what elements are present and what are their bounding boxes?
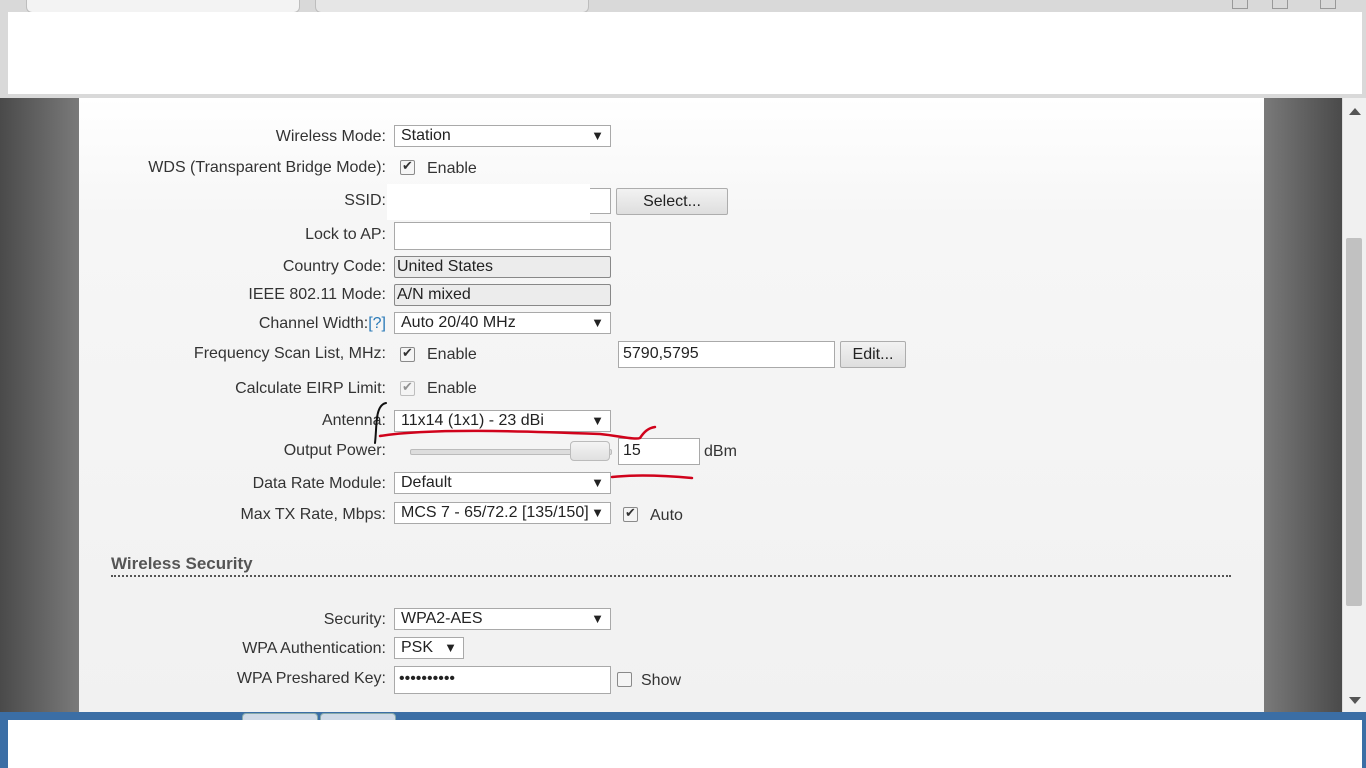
security-select[interactable]: WPA2-AES ▼ — [394, 608, 611, 630]
chevron-down-icon: ▼ — [591, 315, 604, 330]
output-power-slider-handle[interactable] — [570, 441, 610, 461]
show-key-label: Show — [641, 672, 682, 689]
close-icon[interactable] — [1320, 0, 1336, 9]
wpa-key-label: WPA Preshared Key: — [236, 670, 386, 687]
country-code-field[interactable]: United States — [394, 256, 611, 278]
output-power-unit: dBm — [704, 443, 737, 460]
lock-to-ap-input[interactable] — [394, 222, 611, 250]
channel-width-value: Auto 20/40 MHz — [401, 314, 516, 331]
chevron-down-icon: ▼ — [444, 640, 457, 655]
row-ssid: SSID: Select... — [79, 184, 1264, 220]
row-eirp: Calculate EIRP Limit: Enable — [79, 376, 1264, 404]
row-frequency-scan: Frequency Scan List, MHz: Enable 5790,57… — [79, 341, 1264, 369]
edit-frequency-button[interactable]: Edit... — [840, 341, 906, 368]
ssid-label: SSID: — [344, 192, 386, 209]
chevron-down-icon: ▼ — [591, 611, 604, 626]
row-wpa-key: WPA Preshared Key: •••••••••• Show — [79, 666, 1264, 694]
wpa-key-value: •••••••••• — [399, 670, 456, 687]
eirp-enable-label: Enable — [427, 380, 477, 397]
wpa-auth-value: PSK — [401, 639, 434, 656]
channel-width-label-text: Channel Width: — [258, 315, 369, 332]
show-key-checkbox[interactable] — [617, 672, 632, 687]
security-label: Security: — [323, 611, 386, 628]
wds-checkbox[interactable] — [400, 158, 415, 175]
minimize-icon[interactable] — [1232, 0, 1248, 9]
eirp-checkbox[interactable] — [400, 379, 415, 396]
redacted-taskbar — [8, 720, 1362, 768]
wds-label: WDS (Transparent Bridge Mode): — [148, 159, 386, 176]
ieee-mode-field[interactable]: A/N mixed — [394, 284, 611, 306]
output-power-input[interactable]: 15 — [618, 438, 700, 465]
scroll-up-icon[interactable] — [1349, 108, 1361, 115]
wireless-mode-select[interactable]: Station ▼ — [394, 125, 611, 147]
row-wpa-auth: WPA Authentication: PSK ▼ — [79, 636, 1264, 664]
antenna-value: 11x14 (1x1) - 23 dBi — [401, 412, 544, 429]
max-tx-auto-checkbox[interactable] — [623, 505, 638, 522]
scroll-thumb[interactable] — [1346, 238, 1362, 606]
row-max-tx-rate: Max TX Rate, Mbps: MCS 7 - 65/72.2 [135/… — [79, 502, 1264, 530]
max-tx-rate-label: Max TX Rate, Mbps: — [240, 506, 386, 523]
frequency-scan-checkbox[interactable] — [400, 345, 415, 362]
section-divider — [111, 575, 1231, 577]
wpa-auth-select[interactable]: PSK ▼ — [394, 637, 464, 659]
data-rate-module-label: Data Rate Module: — [252, 475, 386, 492]
antenna-select[interactable]: 11x14 (1x1) - 23 dBi ▼ — [394, 410, 611, 432]
row-ieee-mode: IEEE 802.11 Mode: A/N mixed — [79, 282, 1264, 310]
vertical-scrollbar[interactable] — [1342, 98, 1366, 712]
row-security: Security: WPA2-AES ▼ — [79, 607, 1264, 635]
row-wds: WDS (Transparent Bridge Mode): Enable — [79, 155, 1264, 183]
frequency-scan-value: 5790,5795 — [623, 345, 699, 362]
channel-width-select[interactable]: Auto 20/40 MHz ▼ — [394, 312, 611, 334]
frequency-scan-input[interactable]: 5790,5795 — [618, 341, 835, 368]
ieee-mode-label: IEEE 802.11 Mode: — [248, 286, 386, 303]
wds-enable-label: Enable — [427, 160, 477, 177]
max-tx-rate-select[interactable]: MCS 7 - 65/72.2 [135/150] ▼ — [394, 502, 611, 524]
chevron-down-icon: ▼ — [591, 128, 604, 143]
wpa-key-input[interactable]: •••••••••• — [394, 666, 611, 694]
maximize-icon[interactable] — [1272, 0, 1288, 9]
data-rate-module-value: Default — [401, 474, 452, 491]
chevron-down-icon: ▼ — [591, 475, 604, 490]
settings-panel: Wireless Mode: Station ▼ WDS (Transparen… — [79, 98, 1264, 712]
country-code-label: Country Code: — [282, 258, 386, 275]
chevron-down-icon: ▼ — [591, 413, 604, 428]
max-tx-rate-value: MCS 7 - 65/72.2 [135/150] — [401, 504, 589, 521]
wireless-security-heading: Wireless Security — [111, 554, 253, 573]
frequency-scan-label: Frequency Scan List, MHz: — [193, 345, 386, 362]
redacted-address-bar — [8, 12, 1362, 94]
row-channel-width: Channel Width:[?] Auto 20/40 MHz ▼ — [79, 311, 1264, 339]
lock-to-ap-label: Lock to AP: — [305, 226, 386, 243]
row-output-power: Output Power: 15 dBm — [79, 438, 1264, 466]
select-ssid-button[interactable]: Select... — [616, 188, 728, 215]
eirp-label: Calculate EIRP Limit: — [235, 380, 386, 397]
channel-width-help-link[interactable]: [?] — [368, 315, 386, 332]
row-country-code: Country Code: United States — [79, 254, 1264, 282]
row-data-rate-module: Data Rate Module: Default ▼ — [79, 471, 1264, 499]
scroll-down-icon[interactable] — [1349, 697, 1361, 704]
wpa-auth-label: WPA Authentication: — [242, 640, 386, 657]
channel-width-label: Channel Width:[?] — [259, 315, 386, 333]
security-value: WPA2-AES — [401, 610, 483, 627]
frequency-scan-enable-label: Enable — [427, 346, 477, 363]
redacted-ssid — [387, 184, 590, 220]
row-lock-to-ap: Lock to AP: — [79, 222, 1264, 250]
max-tx-auto-label: Auto — [650, 507, 683, 524]
data-rate-module-select[interactable]: Default ▼ — [394, 472, 611, 494]
output-power-label: Output Power: — [283, 442, 386, 459]
page-viewport: Wireless Mode: Station ▼ WDS (Transparen… — [0, 98, 1342, 712]
chevron-down-icon: ▼ — [588, 505, 604, 520]
output-power-value: 15 — [623, 442, 641, 459]
wireless-mode-label: Wireless Mode: — [275, 128, 386, 145]
wireless-mode-value: Station — [401, 127, 451, 144]
row-wireless-mode: Wireless Mode: Station ▼ — [79, 124, 1264, 152]
antenna-label: Antenna: — [321, 412, 386, 429]
row-antenna: Antenna: 11x14 (1x1) - 23 dBi ▼ — [79, 408, 1264, 436]
